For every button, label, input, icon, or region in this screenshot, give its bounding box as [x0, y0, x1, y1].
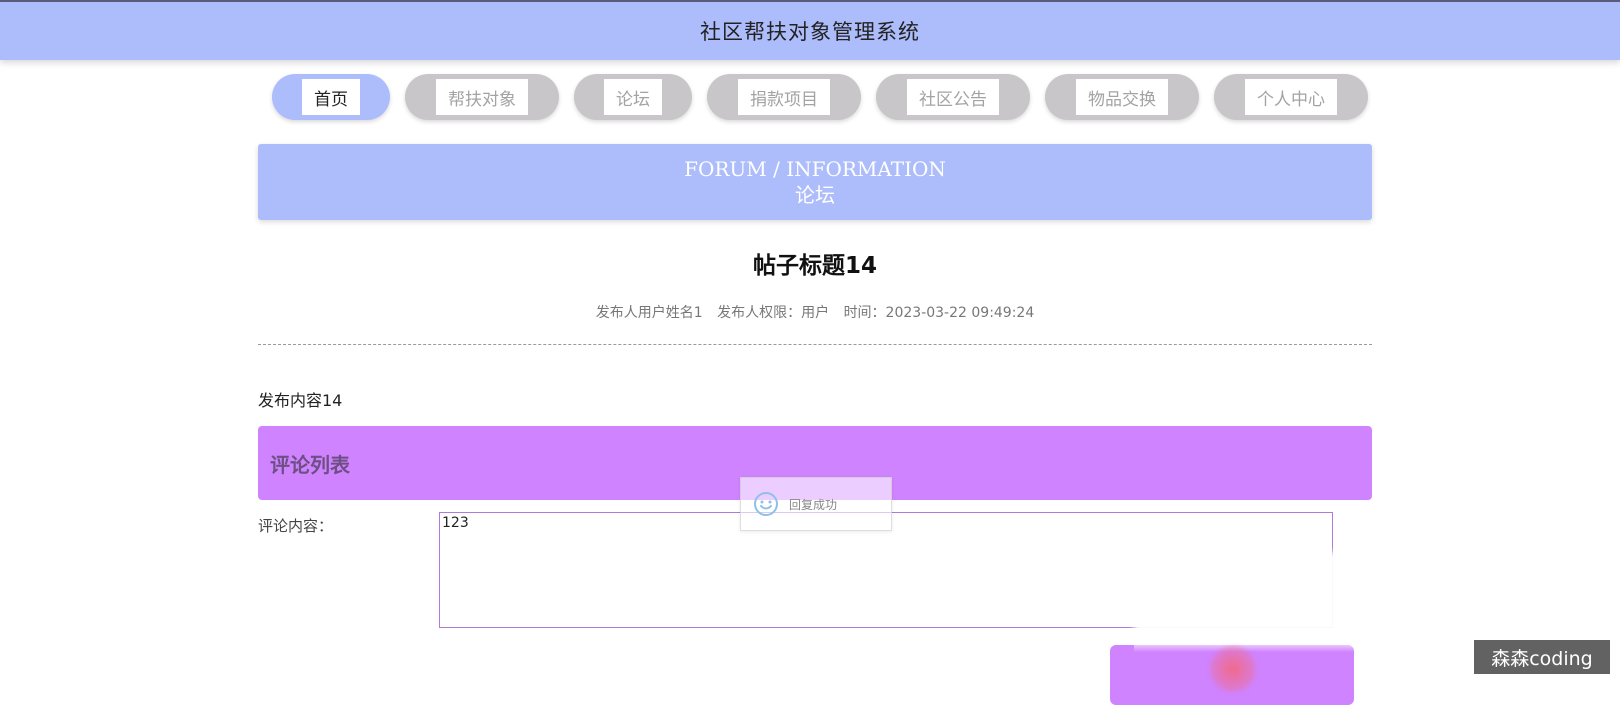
banner-title-en: FORUM / INFORMATION: [684, 157, 946, 181]
nav-label-profile: 个人中心: [1245, 79, 1337, 115]
post-meta: 发布人用户姓名1 发布人权限：用户 时间：2023-03-22 09:49:24: [258, 302, 1372, 322]
nav-item-profile[interactable]: 个人中心: [1214, 74, 1368, 120]
nav-label-notice: 社区公告: [907, 79, 999, 115]
site-title: 社区帮扶对象管理系统: [700, 20, 920, 44]
nav-item-home[interactable]: 首页: [272, 74, 390, 120]
nav-item-help-objects[interactable]: 帮扶对象: [405, 74, 559, 120]
comment-content-label: 评论内容：: [258, 517, 334, 535]
watermark: 森森coding: [1474, 640, 1610, 674]
banner-title-cn: 论坛: [795, 183, 835, 207]
comment-list-title: 评论列表: [270, 452, 350, 477]
nav-item-notice[interactable]: 社区公告: [876, 74, 1030, 120]
success-toast: 回复成功: [740, 477, 892, 531]
nav-label-donation: 捐款项目: [738, 79, 830, 115]
nav-item-exchange[interactable]: 物品交换: [1045, 74, 1199, 120]
post-author: 发布人用户姓名1: [595, 305, 703, 321]
nav-label-help-objects: 帮扶对象: [436, 79, 528, 115]
top-header: 社区帮扶对象管理系统: [0, 0, 1620, 60]
post-divider: [258, 344, 1372, 345]
post-role: 发布人权限：用户: [717, 305, 830, 321]
nav-label-exchange: 物品交换: [1076, 79, 1168, 115]
section-banner: FORUM / INFORMATION 论坛: [258, 144, 1372, 220]
toast-text: 回复成功: [789, 497, 838, 512]
nav-item-forum[interactable]: 论坛: [574, 74, 692, 120]
nav-item-donation[interactable]: 捐款项目: [707, 74, 861, 120]
main-nav: 首页 帮扶对象 论坛 捐款项目 社区公告 物品交换 个人中心: [272, 74, 1368, 120]
nav-label-home: 首页: [302, 79, 360, 115]
post-title: 帖子标题14: [752, 253, 877, 279]
nav-label-forum: 论坛: [604, 79, 662, 115]
post-time: 时间：2023-03-22 09:49:24: [843, 305, 1035, 321]
smile-icon: [754, 492, 778, 516]
submit-blob-decoration: [1210, 646, 1256, 692]
post-content: 发布内容14: [258, 391, 343, 410]
